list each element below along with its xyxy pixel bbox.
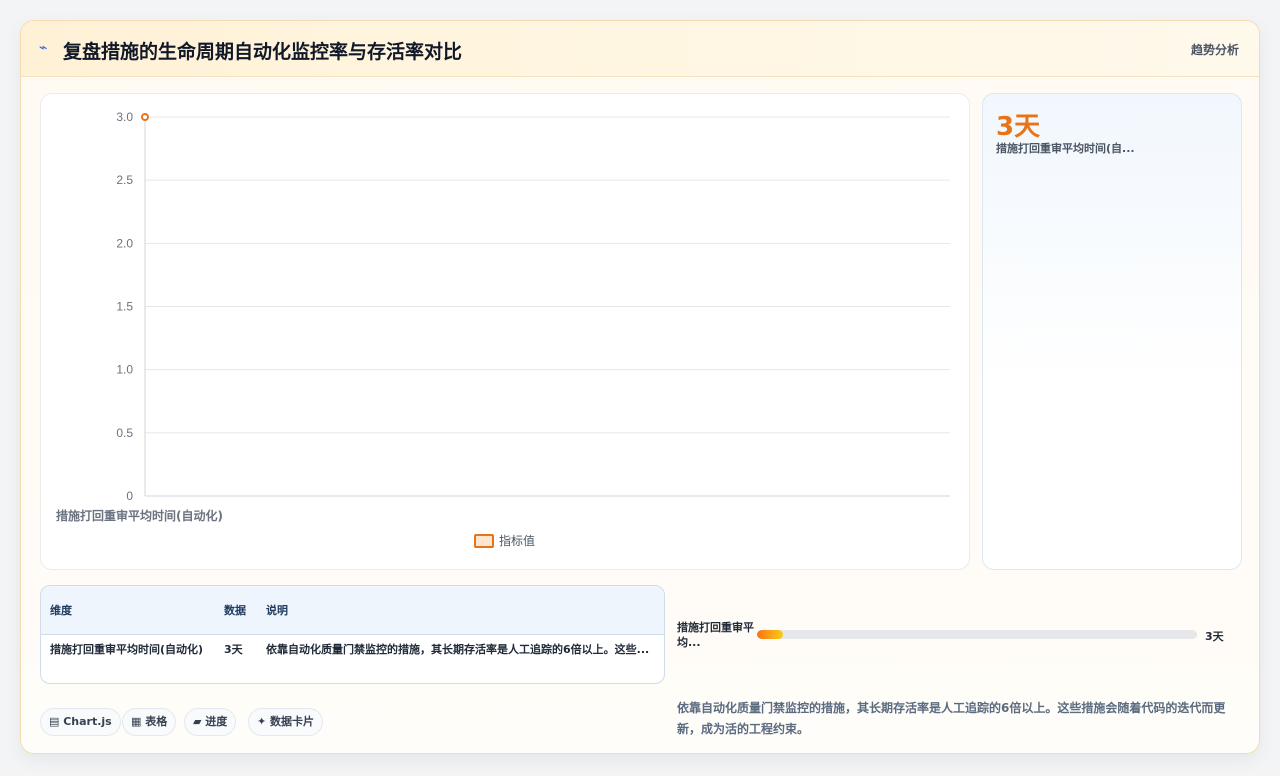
- page-title: 复盘措施的生命周期自动化监控率与存活率对比: [63, 41, 463, 63]
- data-table: 维度 数据 说明 措施打回重审平均时间(自动化) 3天 依靠自动化质量门禁监控的…: [40, 585, 665, 684]
- progress-label: 措施打回重审平均...: [677, 621, 754, 649]
- table-cell-description: 依靠自动化质量门禁监控的措施，其长期存活率是人工追踪的6倍以上。这些...: [266, 642, 650, 656]
- table-header-dimension: 维度: [41, 586, 215, 635]
- y-tick-label: 0: [126, 489, 133, 503]
- table-cell-data: 3天: [224, 642, 243, 656]
- y-tick-label: 1.0: [116, 363, 133, 377]
- summary-note: 依靠自动化质量门禁监控的措施，其长期存活率是人工追踪的6倍以上。这些措施会随着代…: [677, 701, 1226, 736]
- table-row: 措施打回重审平均时间(自动化) 3天 依靠自动化质量门禁监控的措施，其长期存活率…: [41, 634, 664, 664]
- chip-table[interactable]: ▦ 表格: [122, 708, 177, 736]
- y-tick-label: 0.5: [116, 426, 133, 440]
- chip-data-card[interactable]: ✦ 数据卡片: [248, 708, 324, 736]
- kpi-value: 3天: [996, 112, 1041, 142]
- y-tick-label: 1.5: [116, 300, 133, 314]
- progress-track: [757, 630, 1197, 639]
- y-tick-label: 3.0: [116, 110, 133, 124]
- progress-value: 3天: [1205, 630, 1224, 643]
- line-chart: 0 0.5 1.0 1.5 2.0 2.5 3.0 措施打回重审平均时间(自动化) 指标值: [56, 110, 950, 548]
- dashboard-card: ⌁ 复盘措施的生命周期自动化监控率与存活率对比 趋势分析 0 0.5 1.0 1.5 2…: [20, 20, 1260, 754]
- chip-chartjs[interactable]: ▤ Chart.js: [40, 708, 121, 736]
- trend-icon: ⌁: [39, 40, 48, 56]
- table-header-description: 说明: [257, 586, 664, 635]
- progress-row: 措施打回重审平均... 3天: [677, 619, 1242, 653]
- kpi-card: 3天 措施打回重审平均时间(自...: [982, 93, 1242, 570]
- legend-label: 指标值: [499, 533, 535, 548]
- table-header-row: 维度 数据 说明: [41, 586, 664, 635]
- legend-swatch: [474, 534, 494, 548]
- y-tick-label: 2.0: [116, 236, 133, 250]
- table-cell-dimension: 措施打回重审平均时间(自动化): [50, 642, 204, 656]
- chip-progress[interactable]: ▰ 进度: [184, 708, 237, 736]
- data-point: [141, 113, 149, 121]
- category-tag: 趋势分析: [1190, 43, 1239, 57]
- progress-fill: [757, 630, 784, 639]
- x-tick-label: 措施打回重审平均时间(自动化): [56, 508, 223, 523]
- kpi-label: 措施打回重审平均时间(自...: [996, 142, 1135, 155]
- table-header-data: 数据: [215, 586, 257, 635]
- y-tick-label: 2.5: [116, 173, 133, 187]
- card-header: ⌁ 复盘措施的生命周期自动化监控率与存活率对比 趋势分析: [21, 21, 1259, 77]
- chart-panel: 0 0.5 1.0 1.5 2.0 2.5 3.0 措施打回重审平均时间(自动化) 指标值: [40, 93, 970, 570]
